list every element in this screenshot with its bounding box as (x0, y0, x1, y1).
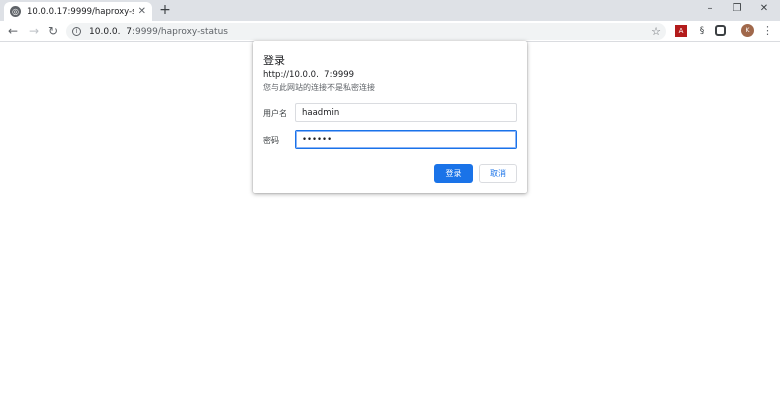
username-input[interactable] (295, 103, 517, 122)
restore-window-button[interactable]: ❐ (724, 0, 750, 18)
auth-dialog: 登录 http://10.0.0. 7:9999 您与此网站的连接不是私密连接 … (253, 41, 527, 193)
browser-toolbar: ← → ↻ i 10.0.0. 7:9999/haproxy-status ☆ … (0, 21, 780, 42)
script-extension-icon[interactable]: § (696, 25, 708, 37)
close-window-button[interactable]: ✕ (751, 0, 777, 18)
close-tab-icon[interactable]: ✕ (138, 6, 146, 17)
pdf-extension-icon[interactable]: A (675, 25, 687, 37)
tab-strip: ◎ 10.0.0.17:9999/haproxy-status ✕ + – ❐ … (0, 0, 780, 21)
screenshot-extension-icon[interactable] (715, 25, 726, 36)
password-label: 密码 (263, 136, 279, 145)
dialog-title: 登录 (263, 54, 285, 67)
url-path: :9999/haproxy-status (131, 26, 228, 37)
back-button[interactable]: ← (5, 23, 21, 39)
site-info-icon[interactable]: i (72, 27, 81, 36)
login-button[interactable]: 登录 (434, 164, 473, 183)
forward-button[interactable]: → (26, 23, 42, 39)
url-host: 10.0.0. 7 (89, 26, 132, 37)
new-tab-button[interactable]: + (157, 2, 173, 18)
dialog-origin: http://10.0.0. 7:9999 (263, 70, 355, 80)
password-input[interactable] (295, 130, 517, 149)
globe-icon: ◎ (10, 6, 21, 17)
minimize-window-button[interactable]: – (697, 0, 723, 18)
insecure-connection-warning: 您与此网站的连接不是私密连接 (263, 83, 375, 92)
address-bar[interactable]: i 10.0.0. 7:9999/haproxy-status ☆ (66, 23, 666, 40)
tab-haproxy-status[interactable]: ◎ 10.0.0.17:9999/haproxy-status ✕ (4, 2, 152, 21)
browser-menu-icon[interactable]: ⋮ (762, 24, 773, 38)
bookmark-star-icon[interactable]: ☆ (651, 23, 661, 40)
tab-title: 10.0.0.17:9999/haproxy-status (27, 6, 134, 17)
reload-button[interactable]: ↻ (45, 23, 61, 39)
cancel-button[interactable]: 取消 (479, 164, 517, 183)
profile-avatar[interactable]: K (741, 24, 754, 37)
username-label: 用户名 (263, 109, 287, 118)
